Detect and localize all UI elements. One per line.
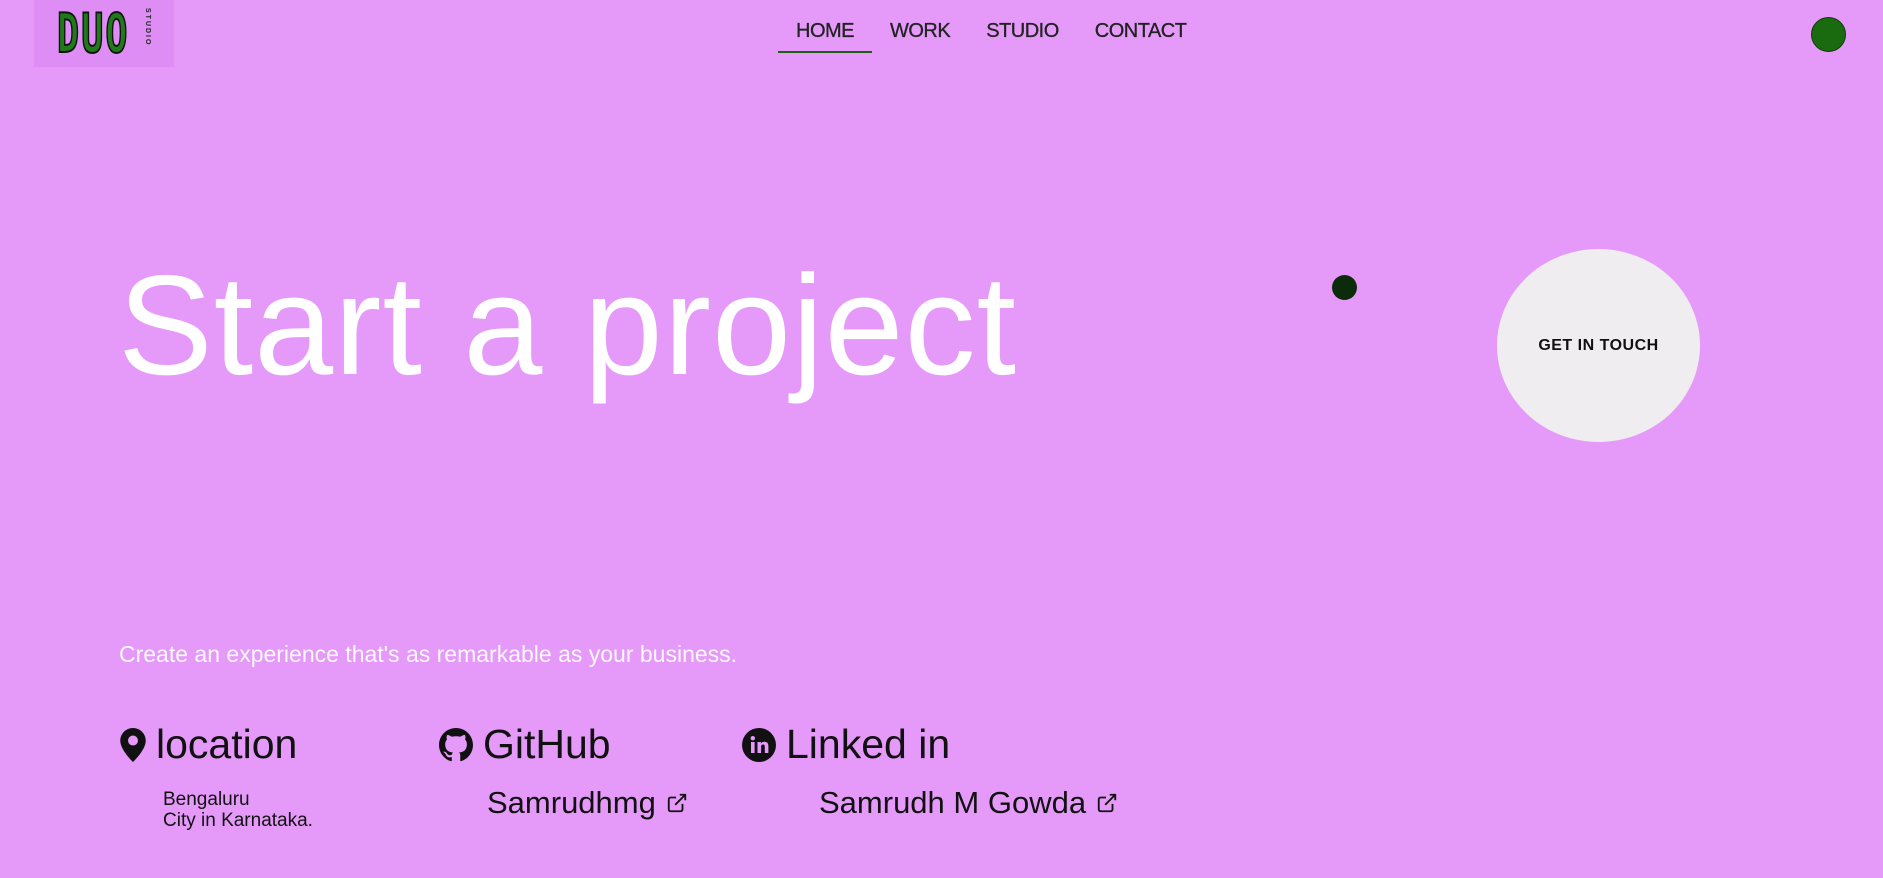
header-circle-button[interactable] <box>1811 17 1846 52</box>
logo-text: DUO <box>56 1 130 65</box>
get-in-touch-button[interactable]: GET IN TOUCH <box>1497 249 1700 442</box>
external-link-icon <box>667 793 687 813</box>
linkedin-link-label: Samrudh M Gowda <box>819 785 1087 820</box>
location-text: Bengaluru City in Karnataka. <box>163 789 313 831</box>
github-link[interactable]: Samrudhmg <box>487 785 688 821</box>
logo[interactable]: DUO <box>34 0 174 67</box>
nav-studio[interactable]: STUDIO <box>968 20 1077 53</box>
nav-work[interactable]: WORK <box>872 20 968 53</box>
location-city: Bengaluru <box>163 789 250 810</box>
linkedin-heading: Linked in <box>742 721 950 768</box>
cursor-dot <box>1332 275 1357 300</box>
github-icon <box>439 727 473 761</box>
linkedin-heading-label: Linked in <box>786 721 951 767</box>
location-state: City in Karnataka. <box>163 810 313 831</box>
nav-home[interactable]: HOME <box>778 20 872 53</box>
location-pin-icon <box>120 727 146 762</box>
external-link-icon <box>1097 793 1117 813</box>
github-heading-label: GitHub <box>483 721 611 767</box>
linkedin-icon <box>742 727 776 762</box>
location-heading-label: location <box>156 721 298 767</box>
linkedin-link[interactable]: Samrudh M Gowda <box>819 785 1118 821</box>
main-nav: HOME WORK STUDIO CONTACT <box>778 20 1204 53</box>
hero-title: Start a project <box>118 246 1017 405</box>
nav-contact[interactable]: CONTACT <box>1077 20 1205 53</box>
location-heading: location <box>120 721 297 768</box>
github-link-label: Samrudhmg <box>487 785 656 820</box>
tagline: Create an experience that's as remarkabl… <box>119 641 738 667</box>
logo-subtitle: STUDIO <box>144 8 151 47</box>
github-heading: GitHub <box>439 721 611 768</box>
